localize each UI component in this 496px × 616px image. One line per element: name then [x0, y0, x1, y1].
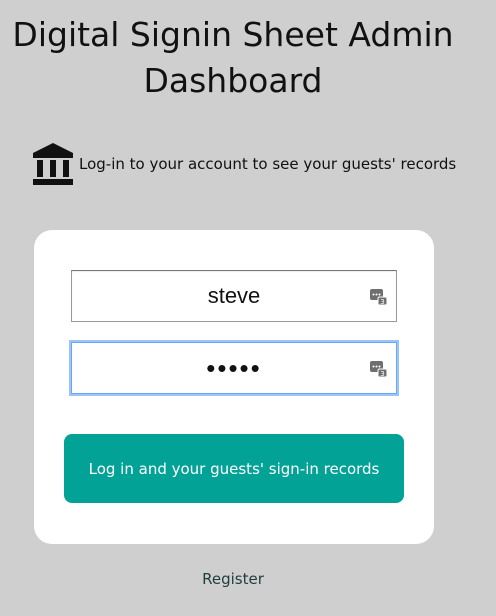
- password-manager-icon[interactable]: 3: [370, 360, 388, 378]
- username-input[interactable]: [71, 270, 397, 322]
- intro-row: Log-in to your account to see your guest…: [31, 141, 456, 187]
- svg-text:3: 3: [380, 298, 384, 306]
- password-input[interactable]: [71, 342, 397, 394]
- page-title: Digital Signin Sheet Admin Dashboard: [0, 12, 466, 104]
- institution-icon: [31, 141, 75, 187]
- register-link[interactable]: Register: [0, 570, 466, 588]
- page-title-line-1: Digital Signin Sheet Admin: [12, 15, 454, 54]
- login-card: 3 3 Log in and your guests' sign-in reco…: [34, 230, 434, 544]
- password-manager-icon[interactable]: 3: [370, 288, 388, 306]
- intro-text: Log-in to your account to see your guest…: [79, 155, 457, 173]
- login-button[interactable]: Log in and your guests' sign-in records: [64, 434, 404, 503]
- svg-text:3: 3: [380, 370, 384, 378]
- page-title-line-2: Dashboard: [143, 61, 323, 100]
